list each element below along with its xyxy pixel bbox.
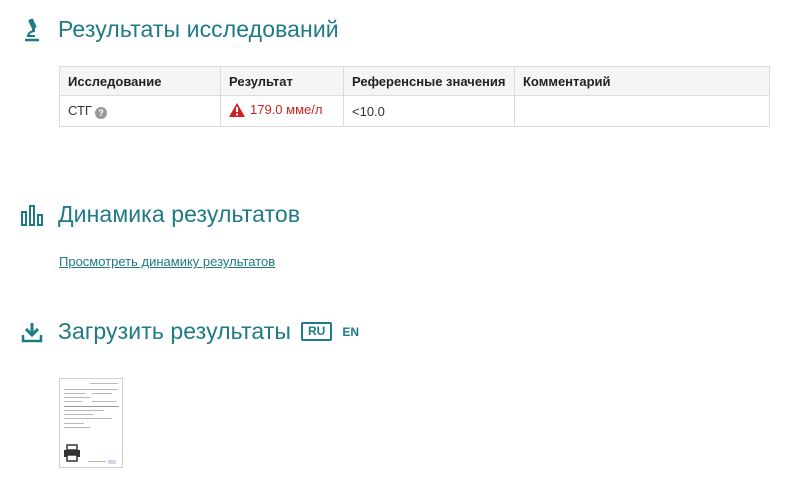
table-header-row: Исследование Результат Референсные значе… bbox=[59, 66, 770, 96]
cell-test: СТГ? bbox=[59, 95, 221, 127]
lang-ru-button[interactable]: RU bbox=[301, 322, 333, 341]
header-comment: Комментарий bbox=[514, 66, 770, 96]
dynamics-section-header: Динамика результатов bbox=[20, 201, 300, 228]
dynamics-title: Динамика результатов bbox=[58, 201, 301, 227]
result-value: 179.0 мме/л bbox=[250, 102, 323, 118]
cell-comment bbox=[514, 95, 770, 127]
result-document-thumbnail[interactable] bbox=[59, 378, 123, 468]
warning-icon bbox=[229, 102, 245, 117]
download-icon bbox=[20, 320, 44, 344]
print-icon[interactable] bbox=[63, 444, 81, 462]
cell-reference: <10.0 bbox=[343, 95, 515, 127]
lang-en-button[interactable]: EN bbox=[342, 325, 359, 339]
header-reference: Референсные значения bbox=[343, 66, 515, 96]
view-dynamics-link[interactable]: Просмотреть динамику результатов bbox=[59, 254, 275, 269]
table-row: СТГ? 179.0 мме/л <10.0 bbox=[59, 95, 770, 127]
download-section-header: Загрузить результаты RU EN bbox=[20, 318, 359, 345]
microscope-icon bbox=[20, 18, 44, 42]
results-section-header: Результаты исследований bbox=[20, 16, 339, 43]
help-icon[interactable]: ? bbox=[94, 107, 107, 119]
results-table: Исследование Результат Референсные значе… bbox=[59, 66, 770, 127]
results-title: Результаты исследований bbox=[58, 16, 339, 42]
header-test: Исследование bbox=[59, 66, 221, 96]
download-title: Загрузить результаты bbox=[58, 318, 291, 344]
header-result: Результат bbox=[220, 66, 344, 96]
cell-result: 179.0 мме/л bbox=[220, 95, 344, 127]
bar-chart-icon bbox=[20, 203, 44, 227]
test-name: СТГ bbox=[68, 103, 92, 118]
